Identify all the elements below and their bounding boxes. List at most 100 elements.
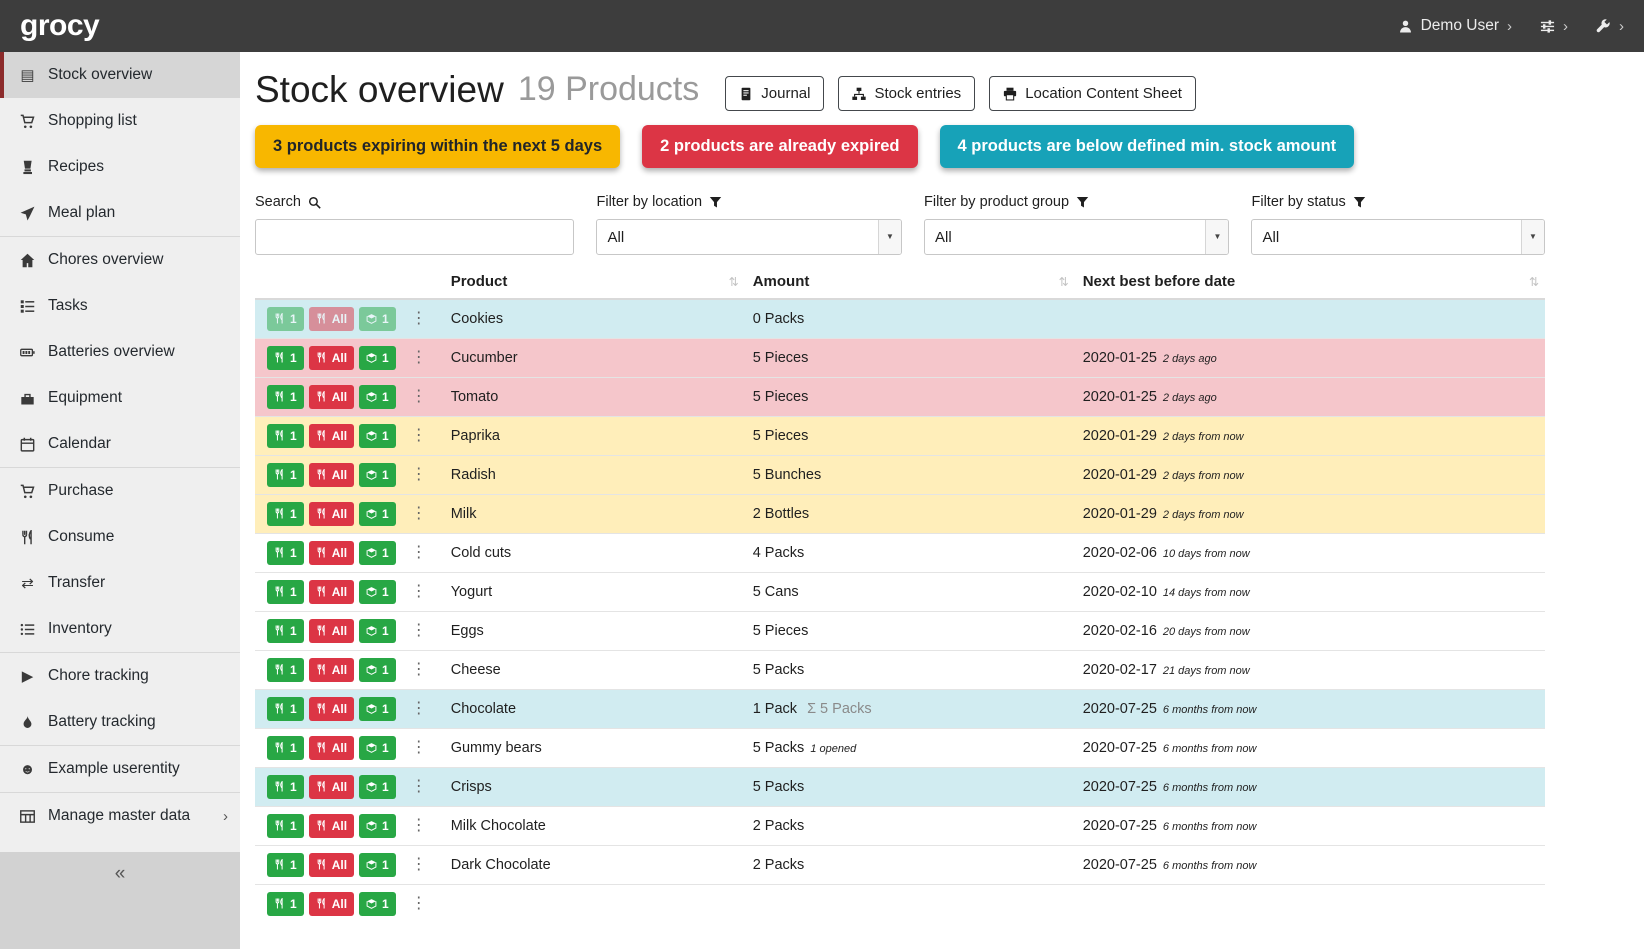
row-menu-button[interactable]: ⋮ xyxy=(403,620,435,642)
sidebar-item-calendar[interactable]: Calendar xyxy=(0,421,240,467)
row-menu-button[interactable]: ⋮ xyxy=(403,581,435,603)
column-header-product[interactable]: Product ⇅ xyxy=(443,265,745,299)
column-header-amount[interactable]: Amount ⇅ xyxy=(745,265,1075,299)
open-one-button[interactable]: 1 xyxy=(359,892,396,916)
row-menu-button[interactable]: ⋮ xyxy=(403,737,435,759)
consume-one-button[interactable]: 1 xyxy=(267,346,304,370)
consume-all-button[interactable]: All xyxy=(309,385,354,409)
expired-banner[interactable]: 2 products are already expired xyxy=(642,125,917,168)
open-one-button[interactable]: 1 xyxy=(359,541,396,565)
row-menu-button[interactable]: ⋮ xyxy=(403,698,435,720)
consume-one-button[interactable]: 1 xyxy=(267,775,304,799)
consume-one-button[interactable]: 1 xyxy=(267,892,304,916)
row-menu-button[interactable]: ⋮ xyxy=(403,308,435,330)
consume-one-button[interactable]: 1 xyxy=(267,853,304,877)
consume-all-button[interactable]: All xyxy=(309,892,354,916)
search-input[interactable] xyxy=(255,219,574,255)
sidebar-item-chore-tracking[interactable]: ▶Chore tracking xyxy=(0,653,240,699)
app-logo[interactable]: grocy xyxy=(20,9,99,43)
sidebar-item-purchase[interactable]: Purchase xyxy=(0,468,240,514)
consume-one-button[interactable]: 1 xyxy=(267,385,304,409)
consume-one-button[interactable]: 1 xyxy=(267,736,304,760)
consume-all-button[interactable]: All xyxy=(309,580,354,604)
consume-one-button[interactable]: 1 xyxy=(267,541,304,565)
expiring-soon-banner[interactable]: 3 products expiring within the next 5 da… xyxy=(255,125,620,168)
open-one-button[interactable]: 1 xyxy=(359,658,396,682)
row-menu-button[interactable]: ⋮ xyxy=(403,347,435,369)
consume-one-button[interactable]: 1 xyxy=(267,697,304,721)
consume-all-button[interactable]: All xyxy=(309,814,354,838)
sidebar-item-equipment[interactable]: Equipment xyxy=(0,375,240,421)
admin-menu[interactable]: › xyxy=(1596,19,1624,34)
consume-all-button[interactable]: All xyxy=(309,658,354,682)
consume-all-button[interactable]: All xyxy=(309,463,354,487)
consume-all-button[interactable]: All xyxy=(309,736,354,760)
consume-one-button[interactable]: 1 xyxy=(267,307,304,331)
open-one-button[interactable]: 1 xyxy=(359,814,396,838)
row-menu-button[interactable]: ⋮ xyxy=(403,659,435,681)
sidebar-item-stock-overview[interactable]: ▤Stock overview xyxy=(0,52,240,98)
consume-all-button[interactable]: All xyxy=(309,853,354,877)
open-one-button[interactable]: 1 xyxy=(359,424,396,448)
journal-button[interactable]: Journal xyxy=(725,76,824,111)
open-one-button[interactable]: 1 xyxy=(359,775,396,799)
sidebar-item-manage-master-data[interactable]: Manage master data› xyxy=(0,793,240,839)
consume-all-button[interactable]: All xyxy=(309,541,354,565)
collapse-sidebar-button[interactable]: « xyxy=(115,864,126,883)
sidebar-item-battery-tracking[interactable]: Battery tracking xyxy=(0,699,240,745)
sidebar-item-batteries-overview[interactable]: Batteries overview xyxy=(0,329,240,375)
row-menu-button[interactable]: ⋮ xyxy=(403,386,435,408)
row-menu-button[interactable]: ⋮ xyxy=(403,815,435,837)
below-min-stock-banner[interactable]: 4 products are below defined min. stock … xyxy=(940,125,1355,168)
sidebar-item-consume[interactable]: Consume xyxy=(0,514,240,560)
consume-one-button[interactable]: 1 xyxy=(267,619,304,643)
settings-menu[interactable]: › xyxy=(1540,19,1568,34)
sidebar-item-shopping-list[interactable]: Shopping list xyxy=(0,98,240,144)
open-one-button[interactable]: 1 xyxy=(359,619,396,643)
sidebar-item-meal-plan[interactable]: Meal plan xyxy=(0,190,240,236)
stock-entries-button[interactable]: Stock entries xyxy=(838,76,975,111)
open-one-button[interactable]: 1 xyxy=(359,853,396,877)
open-one-button[interactable]: 1 xyxy=(359,502,396,526)
product-group-select[interactable]: All ▼ xyxy=(924,219,1230,255)
sidebar-item-tasks[interactable]: Tasks xyxy=(0,283,240,329)
open-one-button[interactable]: 1 xyxy=(359,736,396,760)
open-one-button[interactable]: 1 xyxy=(359,307,396,331)
user-menu[interactable]: Demo User › xyxy=(1398,17,1512,35)
row-menu-button[interactable]: ⋮ xyxy=(403,464,435,486)
consume-all-button[interactable]: All xyxy=(309,697,354,721)
consume-all-button[interactable]: All xyxy=(309,346,354,370)
date-value: 2020-01-25 xyxy=(1083,350,1157,366)
consume-one-button[interactable]: 1 xyxy=(267,814,304,838)
location-content-sheet-button[interactable]: Location Content Sheet xyxy=(989,76,1196,111)
sidebar-item-chores-overview[interactable]: Chores overview xyxy=(0,237,240,283)
consume-one-button[interactable]: 1 xyxy=(267,580,304,604)
open-one-button[interactable]: 1 xyxy=(359,346,396,370)
row-menu-button[interactable]: ⋮ xyxy=(403,542,435,564)
row-menu-button[interactable]: ⋮ xyxy=(403,503,435,525)
consume-all-button[interactable]: All xyxy=(309,775,354,799)
consume-all-button[interactable]: All xyxy=(309,307,354,331)
consume-one-button[interactable]: 1 xyxy=(267,463,304,487)
sidebar-item-transfer[interactable]: ⇄Transfer xyxy=(0,560,240,606)
row-menu-button[interactable]: ⋮ xyxy=(403,854,435,876)
sidebar-item-recipes[interactable]: Recipes xyxy=(0,144,240,190)
row-menu-button[interactable]: ⋮ xyxy=(403,776,435,798)
consume-all-button[interactable]: All xyxy=(309,424,354,448)
open-one-button[interactable]: 1 xyxy=(359,463,396,487)
open-one-button[interactable]: 1 xyxy=(359,385,396,409)
open-one-button[interactable]: 1 xyxy=(359,580,396,604)
consume-one-button[interactable]: 1 xyxy=(267,502,304,526)
consume-all-button[interactable]: All xyxy=(309,502,354,526)
sidebar-item-example-userentity[interactable]: ☻Example userentity xyxy=(0,746,240,792)
row-menu-button[interactable]: ⋮ xyxy=(403,425,435,447)
column-header-date[interactable]: Next best before date ⇅ xyxy=(1075,265,1545,299)
location-select[interactable]: All ▼ xyxy=(596,219,902,255)
row-menu-button[interactable]: ⋮ xyxy=(403,893,435,915)
consume-one-button[interactable]: 1 xyxy=(267,658,304,682)
sidebar-item-inventory[interactable]: Inventory xyxy=(0,606,240,652)
consume-one-button[interactable]: 1 xyxy=(267,424,304,448)
open-one-button[interactable]: 1 xyxy=(359,697,396,721)
status-select[interactable]: All ▼ xyxy=(1251,219,1545,255)
consume-all-button[interactable]: All xyxy=(309,619,354,643)
